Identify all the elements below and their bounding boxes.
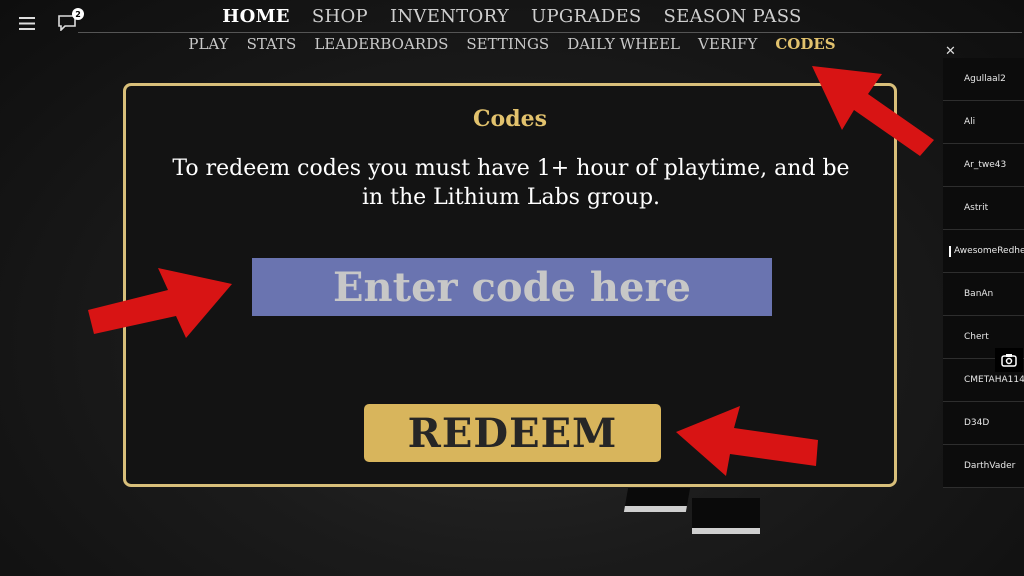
arrow-to-redeem-icon (676, 406, 818, 476)
arrow-to-input-icon (88, 268, 232, 338)
arrow-to-codes-icon (812, 66, 934, 156)
annotation-arrows (88, 66, 934, 476)
